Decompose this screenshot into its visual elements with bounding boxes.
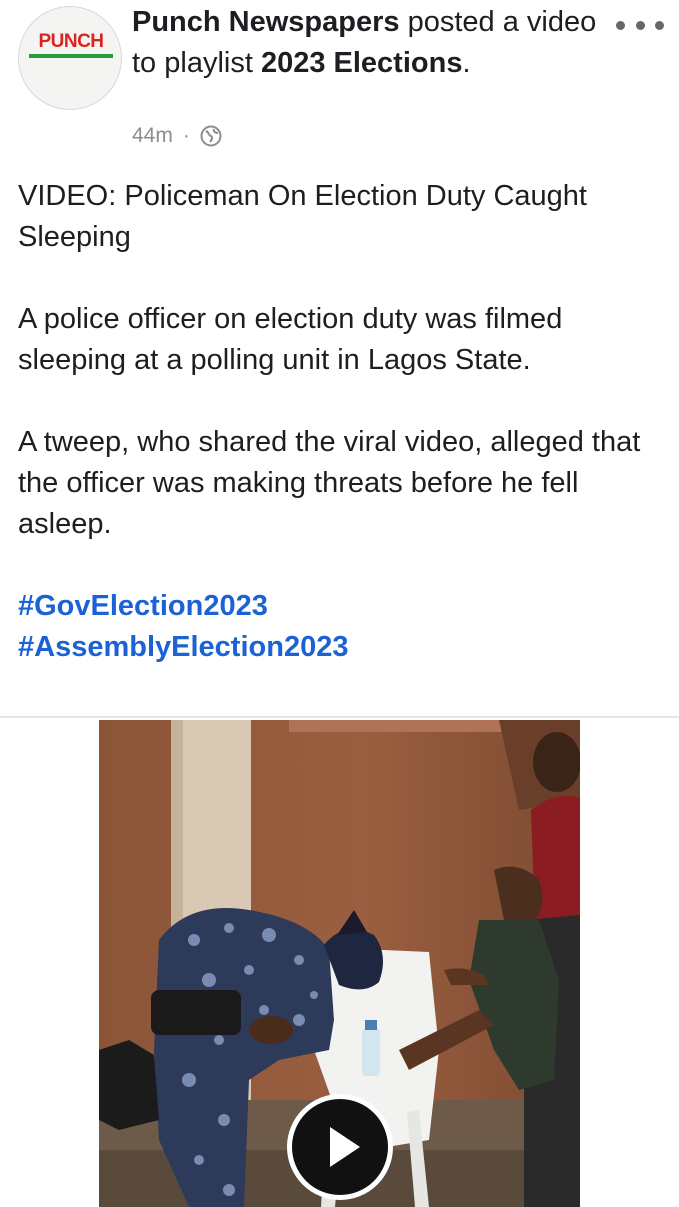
globe-icon	[200, 125, 222, 147]
post-text: VIDEO: Policeman On Election Duty Caught…	[18, 176, 668, 668]
post-title: VIDEO: Policeman On Election Duty Caught…	[18, 180, 587, 253]
post-meta: 44m ·	[132, 124, 222, 148]
more-options-icon-dot	[635, 20, 645, 30]
hashtag-link[interactable]: #AssemblyElection2023	[18, 627, 668, 668]
divider	[0, 716, 679, 718]
hashtag-link[interactable]: #GovElection2023	[18, 586, 668, 627]
more-options-button[interactable]	[616, 10, 664, 40]
post-paragraph: A tweep, who shared the viral video, all…	[18, 426, 641, 540]
play-button[interactable]	[287, 1094, 393, 1200]
hashtag-list: #GovElection2023 #AssemblyElection2023	[18, 586, 668, 668]
play-icon	[330, 1127, 360, 1167]
punch-logo: PUNCH	[25, 31, 117, 58]
more-options-icon-dot	[655, 20, 664, 30]
logo-text: PUNCH	[38, 31, 104, 52]
playlist-link[interactable]: 2023 Elections	[261, 47, 463, 79]
author-name-link[interactable]: Punch Newspapers	[132, 6, 400, 38]
logo-underline	[29, 54, 113, 58]
post-timestamp[interactable]: 44m	[132, 124, 173, 148]
page-avatar[interactable]: PUNCH	[18, 6, 122, 110]
post-header: PUNCH Punch Newspapers posted a video to…	[0, 0, 679, 170]
post-headline: Punch Newspapers posted a video to playl…	[132, 2, 602, 84]
more-options-icon	[616, 20, 625, 30]
headline-period: .	[462, 47, 471, 79]
post-paragraph: A police officer on election duty was fi…	[18, 303, 563, 376]
meta-separator: ·	[182, 124, 190, 147]
